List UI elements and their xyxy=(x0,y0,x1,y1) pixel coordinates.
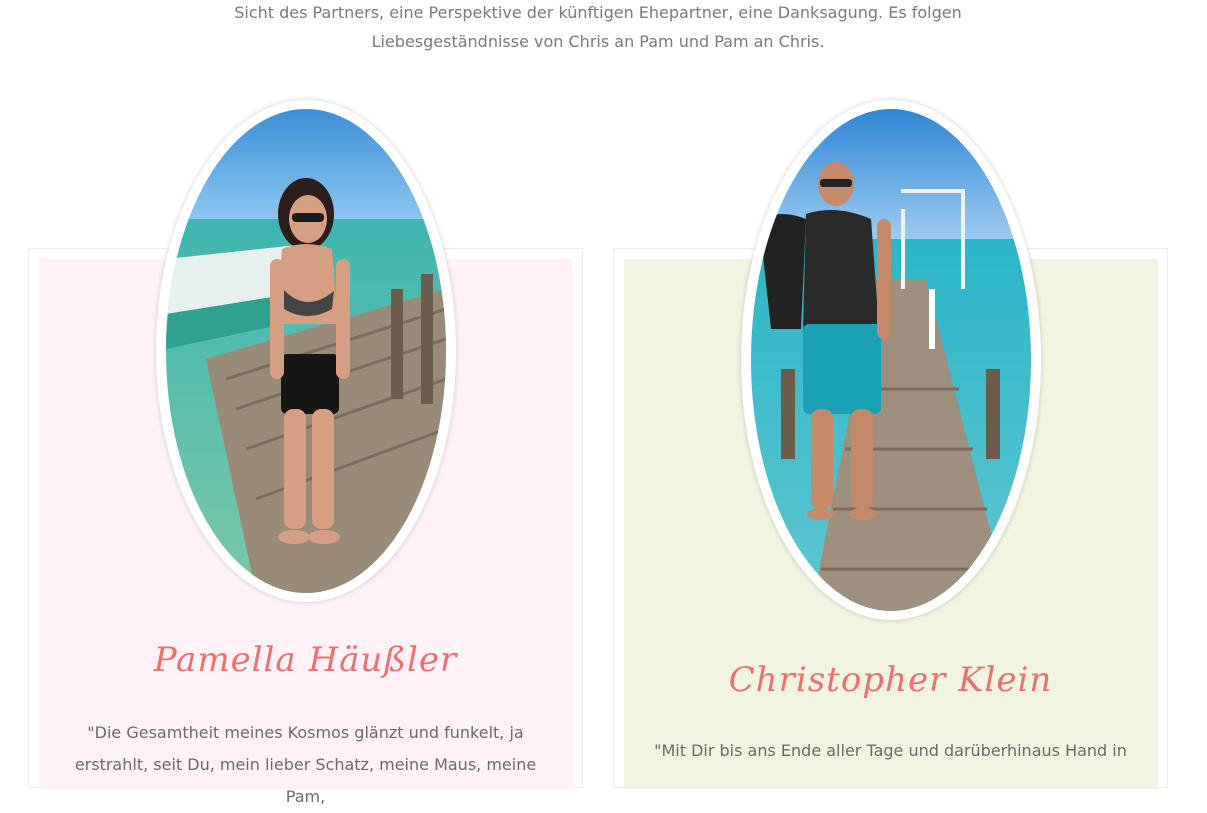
profile-photo-frame-pamella xyxy=(156,100,456,602)
woman-on-pier-photo xyxy=(166,109,446,593)
intro-text: Sicht des Partners, eine Perspektive der… xyxy=(0,0,1196,58)
profile-quote-pamella: "Die Gesamtheit meines Kosmos glänzt und… xyxy=(74,723,537,806)
profile-name-pamella: Pamella Häußler xyxy=(153,640,458,680)
profile-quote-christopher: "Mit Dir bis ans Ende aller Tage und dar… xyxy=(654,741,1127,760)
man-on-pier-photo xyxy=(751,109,1031,611)
intro-line-1: Sicht des Partners, eine Perspektive der… xyxy=(234,3,962,22)
profile-name-christopher: Christopher Klein xyxy=(728,660,1053,700)
profile-photo-frame-christopher xyxy=(741,100,1041,620)
intro-line-2: Liebesgeständnisse von Chris an Pam und … xyxy=(371,32,825,51)
